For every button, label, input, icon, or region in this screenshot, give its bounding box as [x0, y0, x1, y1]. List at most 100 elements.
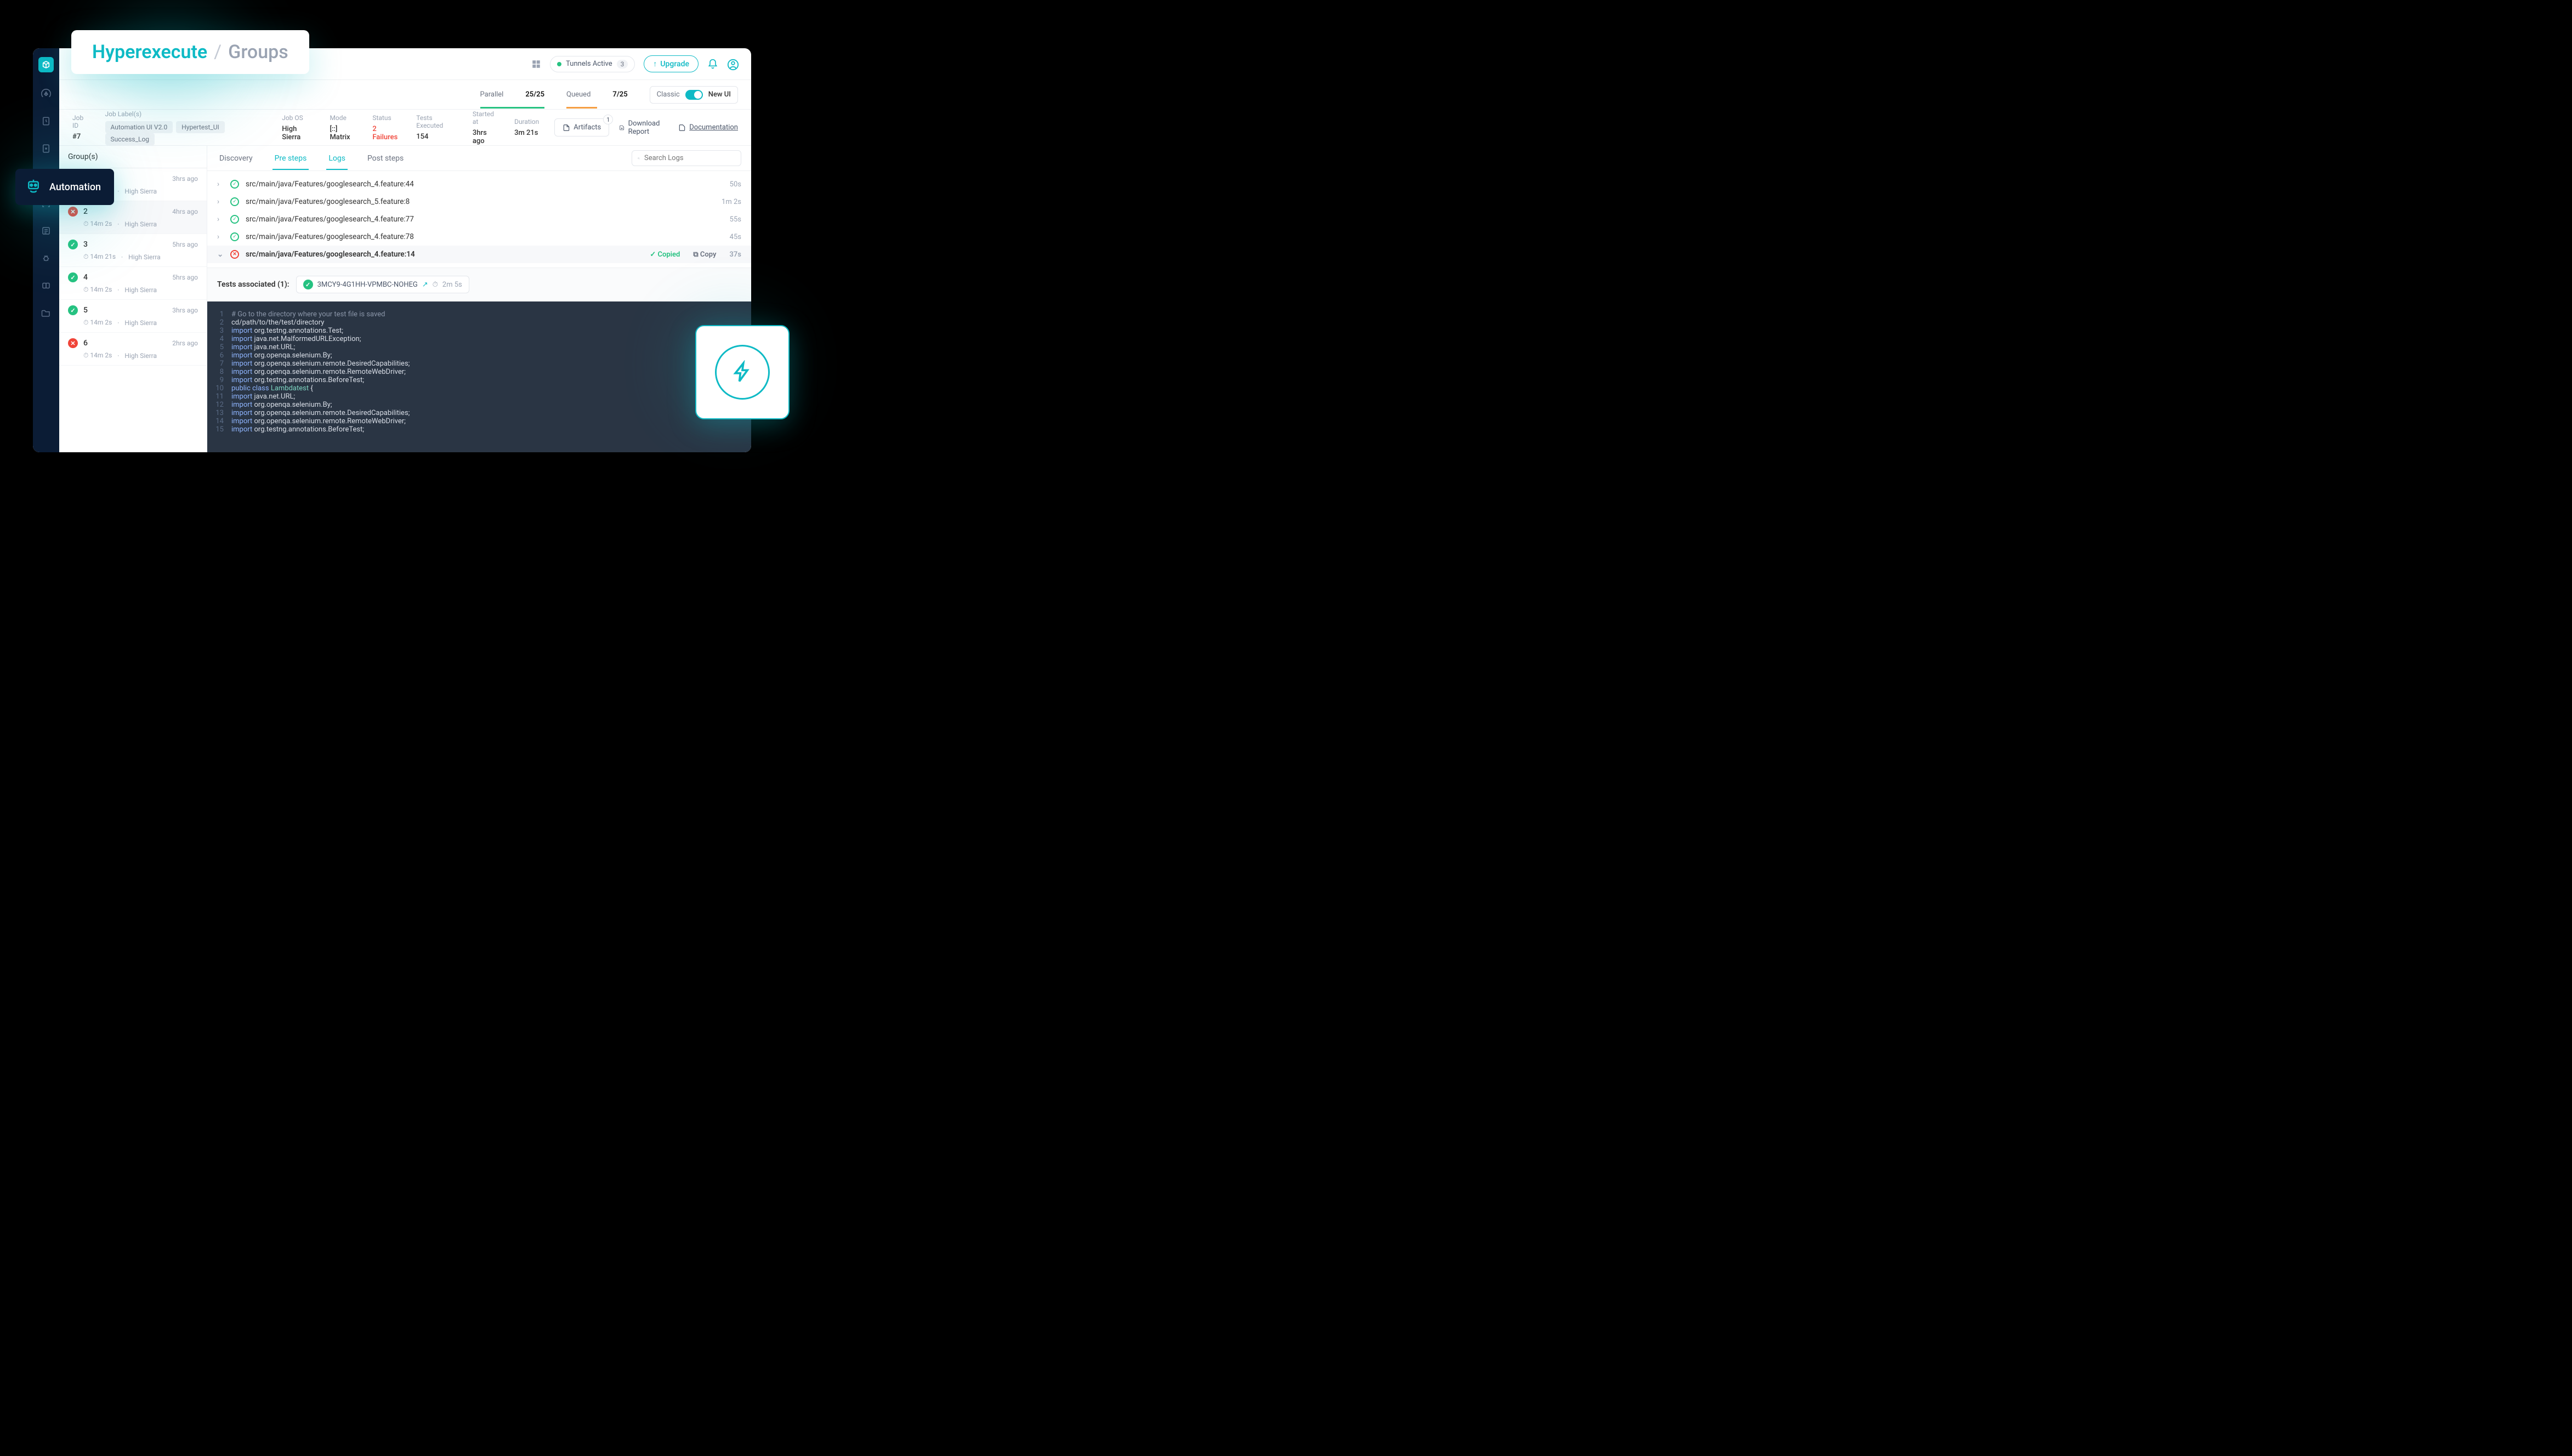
apple-icon: High Sierra: [124, 319, 157, 327]
pass-icon: ✓: [230, 232, 239, 241]
tests-assoc-label: Tests associated (1):: [217, 280, 289, 289]
log-row[interactable]: ›✓src/main/java/Features/googlesearch_4.…: [207, 211, 751, 228]
group-number: 3: [83, 240, 88, 249]
arrow-up-icon: ↑: [653, 59, 657, 69]
x-icon: ✕: [68, 338, 78, 348]
test-id: 3MCY9-4G1HH-VPMBC-NOHEG: [317, 281, 418, 289]
newui-label: New UI: [708, 90, 731, 99]
artifacts-label: Artifacts: [574, 123, 601, 132]
group-time: 3hrs ago: [172, 306, 198, 314]
apple-icon: High Sierra: [124, 352, 157, 360]
tab-logs[interactable]: Logs: [326, 147, 348, 169]
search-input[interactable]: [644, 154, 735, 162]
os-value: High Sierra: [282, 125, 314, 141]
upgrade-button[interactable]: ↑ Upgrade: [644, 55, 699, 72]
chevron-down-icon: ⌄: [217, 250, 224, 259]
jobid-label: Job ID: [72, 114, 90, 129]
status-label: Status: [372, 114, 401, 122]
tab-post-steps[interactable]: Post steps: [365, 147, 406, 169]
search-logs[interactable]: [632, 150, 741, 166]
group-number: 4: [83, 273, 88, 282]
external-link-icon: ↗: [422, 281, 428, 289]
group-number: 6: [83, 339, 88, 348]
robot-icon: [25, 178, 42, 196]
classic-label: Classic: [657, 90, 680, 99]
group-item[interactable]: ✓45hrs ago⏱ 14m 2s· High Sierra: [59, 267, 207, 300]
copied-indicator: ✓ Copied: [650, 251, 680, 259]
tunnels-pill[interactable]: Tunnels Active 3: [550, 56, 635, 72]
log-path: src/main/java/Features/googlesearch_4.fe…: [246, 215, 414, 224]
fail-icon: ✕: [230, 250, 239, 259]
log-row[interactable]: ›✓src/main/java/Features/googlesearch_4.…: [207, 228, 751, 246]
group-number: 5: [83, 306, 88, 315]
test-duration: 2m 5s: [442, 281, 462, 289]
download-label: Download Report: [628, 120, 669, 136]
duration-value: 3m 21s: [514, 129, 539, 137]
tests-label: Tests Executed: [416, 114, 457, 129]
mode-label: Mode: [330, 114, 357, 122]
pass-icon: ✓: [230, 215, 239, 224]
tunnels-count: 3: [617, 60, 628, 69]
clock-icon: ⏱ 14m 2s: [83, 351, 112, 360]
group-time: 4hrs ago: [172, 208, 198, 215]
started-value: 3hrs ago: [473, 129, 499, 145]
parallel-label: Parallel: [480, 90, 504, 99]
started-label: Started at: [473, 110, 499, 126]
search-icon: [638, 155, 640, 162]
tabs-bar: Discovery Pre steps Logs Post steps: [207, 146, 751, 171]
automation-callout: Automation: [15, 169, 114, 205]
status-value: 2 Failures: [372, 125, 401, 141]
breadcrumb-separator: /: [214, 41, 222, 63]
artifacts-button[interactable]: Artifacts 1: [554, 118, 609, 136]
user-icon[interactable]: [727, 59, 738, 70]
breadcrumb-main: Hyperexecute: [92, 41, 207, 63]
download-report-button[interactable]: Download Report: [619, 120, 668, 136]
automation-label: Automation: [49, 181, 101, 193]
log-list: › ✓ src/main/java/Features/googlesearch_4.…: [207, 171, 751, 268]
documentation-link[interactable]: Documentation: [678, 123, 738, 132]
job-label-chip: Automation UI V2.0: [105, 121, 173, 133]
log-path: src/main/java/Features/googlesearch_4.fe…: [246, 250, 415, 259]
copy-button[interactable]: ⧉ Copy: [693, 251, 716, 259]
labels-label: Job Label(s): [105, 110, 267, 118]
content-area: Group(s) ✓13hrs ago⏱ 14m 2s· High Sierra…: [59, 146, 751, 452]
bell-icon[interactable]: [707, 59, 718, 70]
ui-toggle[interactable]: Classic New UI: [650, 86, 738, 104]
log-row[interactable]: ⌄ ✕ src/main/java/Features/googlesearch_4.…: [207, 246, 751, 263]
log-time: 37s: [729, 251, 741, 259]
log-time: 45s: [730, 233, 741, 241]
grid-view-icon[interactable]: [531, 59, 541, 69]
tests-associated: Tests associated (1): ✓ 3MCY9-4G1HH-VPMB…: [207, 268, 751, 302]
log-time: 55s: [730, 215, 741, 224]
test-chip[interactable]: ✓ 3MCY9-4G1HH-VPMBC-NOHEG ↗ ⏱ 2m 5s: [296, 276, 469, 293]
group-item[interactable]: ✕62hrs ago⏱ 14m 2s· High Sierra: [59, 333, 207, 366]
tab-pre-steps[interactable]: Pre steps: [272, 147, 309, 169]
folder-icon[interactable]: [40, 307, 52, 319]
log-path: src/main/java/Features/googlesearch_5.fe…: [246, 197, 410, 206]
pass-icon: ✓: [230, 180, 239, 189]
apple-icon: High Sierra: [128, 253, 161, 261]
toggle-switch[interactable]: [685, 90, 703, 100]
log-row[interactable]: › ✓ src/main/java/Features/googlesearch_5.…: [207, 193, 751, 211]
job-label-chip: Hypertest_UI: [176, 121, 225, 133]
layers-icon[interactable]: [40, 280, 52, 292]
battery-icon[interactable]: [40, 115, 52, 127]
log-path: src/main/java/Features/googlesearch_4.fe…: [246, 180, 414, 189]
tab-discovery[interactable]: Discovery: [217, 147, 255, 169]
tests-value: 154: [416, 133, 457, 141]
pass-icon: ✓: [230, 197, 239, 206]
apple-icon: High Sierra: [124, 286, 157, 294]
chevron-right-icon: ›: [217, 232, 224, 241]
chevron-right-icon: ›: [217, 197, 224, 206]
group-item[interactable]: ✓53hrs ago⏱ 14m 2s· High Sierra: [59, 300, 207, 333]
check-icon: ✓: [303, 280, 313, 289]
status-dot-icon: [557, 62, 561, 66]
chevron-right-icon: ›: [217, 180, 224, 189]
log-row[interactable]: › ✓ src/main/java/Features/googlesearch_4.…: [207, 175, 751, 193]
bolt-callout: [695, 325, 790, 419]
mode-value: [::] Matrix: [330, 125, 357, 141]
parallel-value: 25/25: [525, 90, 544, 99]
group-time: 5hrs ago: [172, 274, 198, 281]
bolt-icon: [715, 345, 770, 400]
bug-icon[interactable]: [40, 252, 52, 264]
